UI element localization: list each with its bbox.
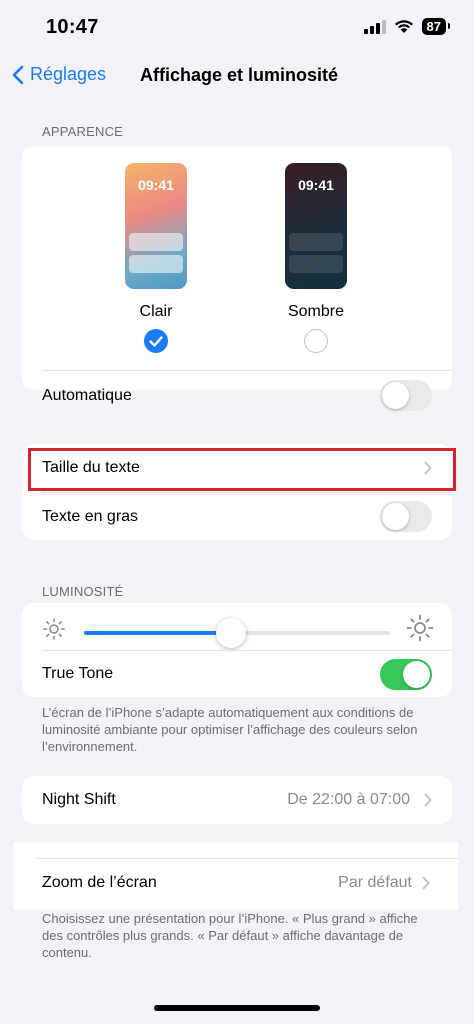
true-tone-toggle[interactable] (380, 659, 432, 690)
display-zoom-value: Par défaut (338, 874, 412, 891)
bold-text-toggle[interactable] (380, 501, 432, 532)
light-mode-label: Clair (139, 303, 173, 320)
wifi-icon (394, 20, 413, 33)
brightness-slider-thumb[interactable] (215, 618, 246, 648)
text-size-row[interactable]: Taille du texte (22, 444, 452, 492)
chevron-left-icon (12, 65, 24, 84)
light-mode-radio[interactable] (144, 329, 168, 353)
text-size-label: Taille du texte (42, 459, 140, 476)
back-button-label: Réglages (30, 64, 107, 84)
status-icons: 87 (363, 18, 451, 35)
home-indicator (154, 1005, 320, 1011)
checkmark-icon (149, 336, 163, 347)
status-time: 10:47 (46, 16, 99, 38)
night-shift-label: Night Shift (42, 791, 116, 808)
battery-indicator: 87 (421, 18, 451, 35)
divider (42, 370, 452, 371)
cellular-signal-icon (363, 19, 386, 34)
brightness-section-header: LUMINOSITÉ (42, 584, 124, 599)
display-zoom-label: Zoom de l’écran (42, 874, 157, 891)
brightness-slider-fill (84, 631, 231, 635)
bold-text-label: Texte en gras (42, 508, 139, 525)
light-preview-widget (129, 233, 183, 251)
night-shift-row[interactable]: Night Shift De 22:00 à 07:00 (22, 776, 452, 824)
status-bar: 10:47 87 (0, 0, 474, 56)
light-mode-preview[interactable]: 09:41 (125, 163, 187, 289)
night-shift-value: De 22:00 à 07:00 (287, 791, 410, 808)
display-zoom-footnote: Choisissez une présentation pour l’iPhon… (42, 911, 418, 960)
appearance-card: 09:41 Clair 09:41 Sombre Automatique (22, 146, 452, 404)
dark-mode-preview[interactable]: 09:41 (285, 163, 347, 289)
night-shift-card: Night Shift De 22:00 à 07:00 (22, 776, 452, 824)
appearance-section-header: APPARENCE (42, 124, 124, 139)
true-tone-footnote: L’écran de l’iPhone s’adapte automatique… (42, 705, 418, 754)
chevron-right-icon (424, 793, 432, 807)
true-tone-label: True Tone (42, 665, 114, 682)
light-preview-time: 09:41 (138, 177, 174, 193)
dark-preview-widget (289, 255, 343, 273)
automatic-label: Automatique (42, 387, 132, 404)
dark-mode-radio[interactable] (304, 329, 328, 353)
page-title: Affichage et luminosité (140, 65, 339, 85)
display-zoom-card: Zoom de l’écran Par défaut (14, 842, 458, 910)
sun-large-icon (406, 614, 434, 642)
dark-mode-label: Sombre (287, 303, 345, 320)
dark-preview-widget (289, 233, 343, 251)
automatic-toggle[interactable] (380, 380, 432, 411)
chevron-right-icon (422, 876, 430, 890)
dark-preview-time: 09:41 (298, 177, 334, 193)
sun-small-icon (43, 618, 65, 640)
light-preview-widget (129, 255, 183, 273)
display-zoom-row[interactable]: Zoom de l’écran Par défaut (14, 858, 458, 908)
navigation-bar: Réglages Affichage et luminosité (0, 56, 474, 100)
brightness-slider[interactable] (84, 618, 390, 648)
back-button[interactable]: Réglages (12, 64, 106, 85)
chevron-right-icon (424, 461, 432, 475)
